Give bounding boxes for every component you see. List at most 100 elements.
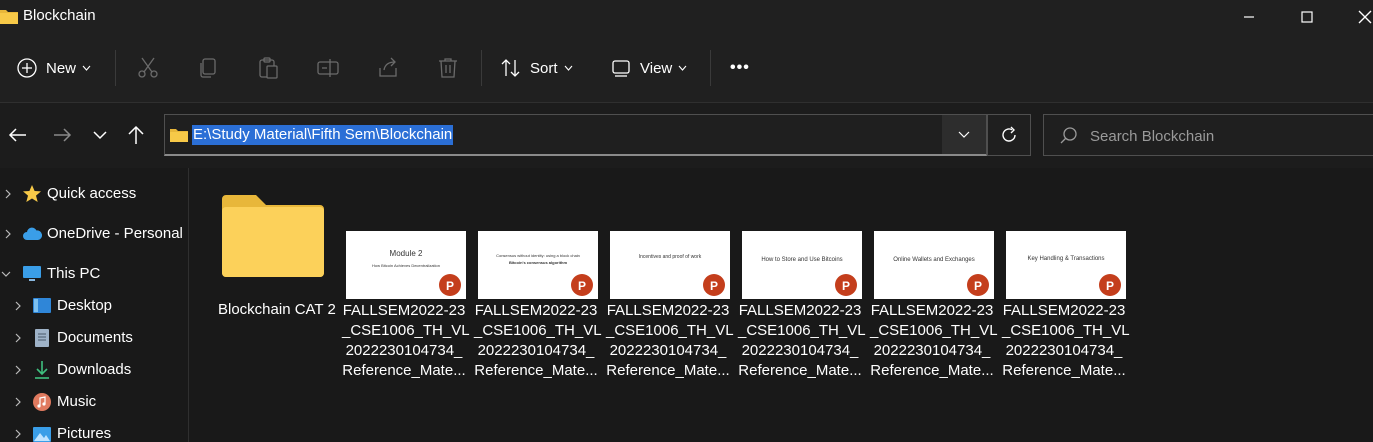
file-name: FALLSEM2022-23 _CSE1006_TH_VL 2022230104… (1002, 301, 1130, 381)
slide-thumbnail: Module 2 How Bitcoin Achieves Decentrali… (346, 231, 466, 299)
slide-subtitle: Bitcoin's consensus algorithm (508, 260, 568, 265)
close-icon (1358, 10, 1372, 24)
chevron-right-icon[interactable] (2, 228, 14, 240)
navigation-pane: Quick access OneDrive - Personal This PC… (0, 168, 189, 442)
svg-text:P: P (842, 279, 850, 293)
slide-thumbnail: Key Handling & Transactions P (1006, 231, 1126, 299)
svg-text:P: P (1106, 279, 1114, 293)
search-icon (1060, 127, 1077, 144)
plus-circle-icon (17, 58, 37, 78)
powerpoint-icon: P (571, 274, 593, 296)
chevron-right-icon[interactable] (12, 428, 24, 440)
close-button[interactable] (1342, 0, 1373, 34)
chevron-down-icon[interactable] (0, 268, 12, 280)
slide-title: Incentives and proof of work (638, 254, 702, 260)
folder-icon (170, 129, 188, 142)
svg-text:P: P (710, 279, 718, 293)
back-arrow-icon[interactable] (6, 123, 30, 147)
chevron-right-icon[interactable] (12, 364, 24, 376)
new-button[interactable]: New (16, 50, 91, 86)
sidebar-item-music[interactable]: Music (0, 387, 188, 417)
refresh-button[interactable] (987, 114, 1031, 156)
file-name-line: Reference_Mate... (606, 362, 730, 379)
sidebar-item-onedrive[interactable]: OneDrive - Personal (0, 219, 188, 249)
recent-locations-chevron-icon[interactable] (88, 123, 112, 147)
chevron-right-icon[interactable] (12, 300, 24, 312)
minimize-button[interactable] (1226, 0, 1272, 34)
file-name-line: _CSE1006_TH_VL (738, 322, 866, 339)
toolbar-divider (481, 50, 482, 86)
file-view: Blockchain CAT 2 Module 2 How Bitcoin Ac… (189, 168, 1373, 442)
delete-icon[interactable] (436, 56, 460, 80)
sidebar-item-label: OneDrive - Personal (47, 225, 183, 242)
chevron-down-icon (564, 65, 572, 71)
sort-icon (501, 59, 520, 77)
sidebar-item-label: Desktop (57, 297, 113, 314)
file-name-line: FALLSEM2022-23 (474, 302, 598, 319)
file-name-line: Reference_Mate... (870, 362, 994, 379)
more-options-button[interactable]: ••• (730, 50, 750, 86)
sidebar-item-pictures[interactable]: Pictures (0, 419, 188, 442)
paste-icon[interactable] (256, 56, 280, 80)
file-name-line: 2022230104734_ (1005, 342, 1123, 359)
minimize-icon (1244, 16, 1254, 18)
sort-button[interactable]: Sort (500, 50, 573, 86)
sidebar-item-documents[interactable]: Documents (0, 323, 188, 353)
search-input[interactable] (1088, 123, 1372, 149)
sidebar-item-label: Downloads (57, 361, 132, 378)
sidebar-item-quick-access[interactable]: Quick access (0, 179, 188, 209)
address-path[interactable]: E:\Study Material\Fifth Sem\Blockchain (192, 125, 454, 145)
svg-text:P: P (974, 279, 982, 293)
file-name-line: Reference_Mate... (474, 362, 598, 379)
file-name-line: _CSE1006_TH_VL (1002, 322, 1130, 339)
title-bar: Blockchain (0, 0, 1373, 34)
powerpoint-icon: P (1099, 274, 1121, 296)
file-name-line: _CSE1006_TH_VL (870, 322, 998, 339)
sort-label: Sort (530, 59, 558, 77)
file-name-line: 2022230104734_ (609, 342, 727, 359)
file-name-line: Reference_Mate... (1002, 362, 1126, 379)
maximize-icon (1301, 11, 1313, 23)
share-icon[interactable] (376, 56, 400, 80)
slide-title: How to Store and Use Bitcoins (761, 257, 843, 263)
file-name-line: 2022230104734_ (741, 342, 859, 359)
up-arrow-icon[interactable] (124, 123, 148, 147)
sidebar-item-label: Music (57, 393, 97, 410)
copy-icon[interactable] (196, 56, 220, 80)
sidebar-item-this-pc[interactable]: This PC (0, 259, 188, 289)
chevron-right-icon[interactable] (12, 396, 24, 408)
slide-title: Key Handling & Transactions (1027, 256, 1105, 262)
slide-thumbnail: How to Store and Use Bitcoins P (742, 231, 862, 299)
file-name-line: FALLSEM2022-23 (870, 302, 994, 319)
sidebar-item-label: Quick access (47, 185, 137, 202)
rename-icon[interactable] (316, 56, 340, 80)
folder-icon (0, 10, 18, 24)
address-dropdown-button[interactable] (942, 115, 986, 154)
cloud-icon (23, 227, 42, 240)
sidebar-item-label: Pictures (57, 425, 112, 442)
view-icon (612, 60, 630, 77)
powerpoint-icon: P (967, 274, 989, 296)
search-box[interactable] (1043, 114, 1373, 156)
address-bar[interactable]: E:\Study Material\Fifth Sem\Blockchain (164, 114, 987, 156)
powerpoint-icon: P (439, 274, 461, 296)
folder-item[interactable]: Blockchain CAT 2 (218, 193, 336, 333)
chevron-down-icon (82, 65, 91, 71)
chevron-down-icon (678, 65, 687, 71)
cut-icon[interactable] (136, 56, 160, 80)
forward-arrow-icon[interactable] (50, 123, 74, 147)
file-name-line: _CSE1006_TH_VL (342, 322, 470, 339)
file-name-line: Reference_Mate... (738, 362, 862, 379)
chevron-right-icon[interactable] (2, 188, 14, 200)
chevron-right-icon[interactable] (12, 332, 24, 344)
sidebar-item-desktop[interactable]: Desktop (0, 291, 188, 321)
maximize-button[interactable] (1284, 0, 1330, 34)
sidebar-item-label: Documents (57, 329, 133, 346)
file-name-line: Reference_Mate... (342, 362, 466, 379)
view-button[interactable]: View (610, 50, 687, 86)
file-name-line: FALLSEM2022-23 (342, 302, 466, 319)
toolbar-divider (710, 50, 711, 86)
sidebar-item-downloads[interactable]: Downloads (0, 355, 188, 385)
document-icon (35, 329, 49, 347)
desktop-icon (33, 298, 51, 313)
